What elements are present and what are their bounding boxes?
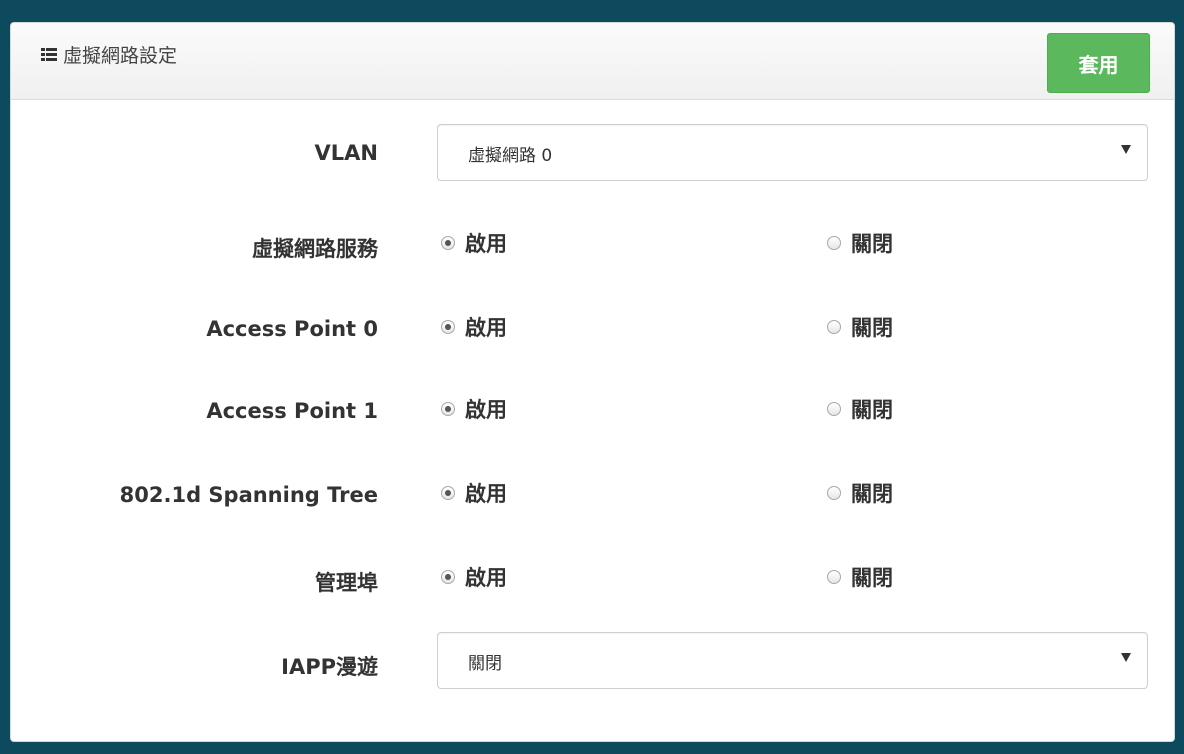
- radio-unchecked-icon: [827, 486, 841, 500]
- vlan-settings-panel: 虛擬網路設定 套用 VLAN 虛擬網路 0 虛擬網路服務 啟用 關閉 Acces…: [10, 22, 1175, 742]
- list-icon: [41, 48, 57, 61]
- radio-vlan-service-disable[interactable]: 關閉: [827, 228, 893, 258]
- radio-checked-icon: [441, 570, 455, 584]
- radio-disable-label: 關閉: [851, 398, 893, 422]
- radio-enable-label: 啟用: [465, 398, 507, 422]
- radio-ap1-enable[interactable]: 啟用: [441, 394, 507, 424]
- radio-disable-label: 關閉: [851, 232, 893, 256]
- radio-disable-label: 關閉: [851, 316, 893, 340]
- row-label-access-point-1: Access Point 1: [206, 399, 378, 423]
- chevron-down-icon: [1121, 653, 1131, 662]
- radio-enable-label: 啟用: [465, 232, 507, 256]
- row-label-access-point-0: Access Point 0: [206, 317, 378, 341]
- radio-unchecked-icon: [827, 320, 841, 334]
- radio-ap1-disable[interactable]: 關閉: [827, 394, 893, 424]
- panel-title-text: 虛擬網路設定: [63, 45, 178, 67]
- iapp-select[interactable]: 關閉: [437, 632, 1148, 689]
- apply-button[interactable]: 套用: [1047, 33, 1150, 93]
- radio-disable-label: 關閉: [851, 482, 893, 506]
- radio-enable-label: 啟用: [465, 566, 507, 590]
- row-label-management-port: 管理埠: [315, 571, 378, 595]
- radio-disable-label: 關閉: [851, 566, 893, 590]
- iapp-select-value: 關閉: [468, 654, 502, 674]
- panel-header: 虛擬網路設定 套用: [11, 23, 1174, 100]
- radio-ap0-disable[interactable]: 關閉: [827, 312, 893, 342]
- row-label-spanning-tree: 802.1d Spanning Tree: [119, 483, 378, 507]
- radio-mgmt-disable[interactable]: 關閉: [827, 562, 893, 592]
- radio-mgmt-enable[interactable]: 啟用: [441, 562, 507, 592]
- radio-stp-disable[interactable]: 關閉: [827, 478, 893, 508]
- radio-checked-icon: [441, 236, 455, 250]
- radio-unchecked-icon: [827, 402, 841, 416]
- radio-checked-icon: [441, 320, 455, 334]
- radio-enable-label: 啟用: [465, 316, 507, 340]
- vlan-select-value: 虛擬網路 0: [468, 146, 553, 166]
- radio-unchecked-icon: [827, 236, 841, 250]
- iapp-label: IAPP漫遊: [281, 655, 378, 679]
- radio-checked-icon: [441, 486, 455, 500]
- radio-checked-icon: [441, 402, 455, 416]
- radio-vlan-service-enable[interactable]: 啟用: [441, 228, 507, 258]
- radio-unchecked-icon: [827, 570, 841, 584]
- vlan-label: VLAN: [314, 141, 378, 165]
- radio-enable-label: 啟用: [465, 482, 507, 506]
- chevron-down-icon: [1121, 145, 1131, 154]
- vlan-select[interactable]: 虛擬網路 0: [437, 124, 1148, 181]
- radio-ap0-enable[interactable]: 啟用: [441, 312, 507, 342]
- row-label-vlan-service: 虛擬網路服務: [252, 237, 378, 261]
- panel-title: 虛擬網路設定: [41, 41, 177, 68]
- radio-stp-enable[interactable]: 啟用: [441, 478, 507, 508]
